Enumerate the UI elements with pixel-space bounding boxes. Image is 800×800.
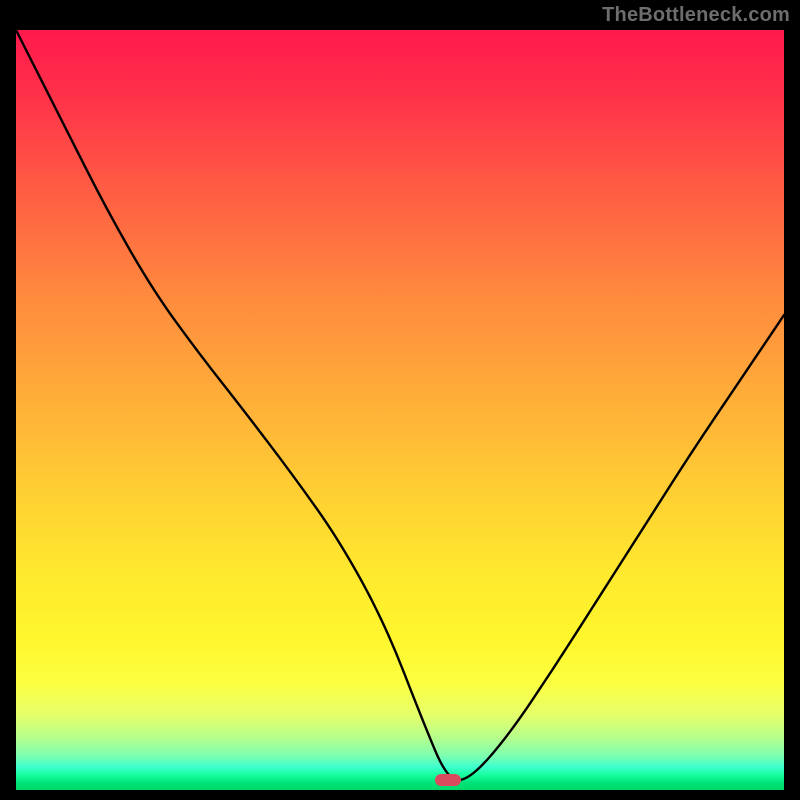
optimal-marker bbox=[435, 774, 461, 786]
chart-frame: TheBottleneck.com bbox=[0, 0, 800, 800]
watermark-text: TheBottleneck.com bbox=[602, 4, 790, 27]
bottleneck-curve bbox=[16, 30, 784, 790]
plot-area bbox=[16, 30, 784, 790]
